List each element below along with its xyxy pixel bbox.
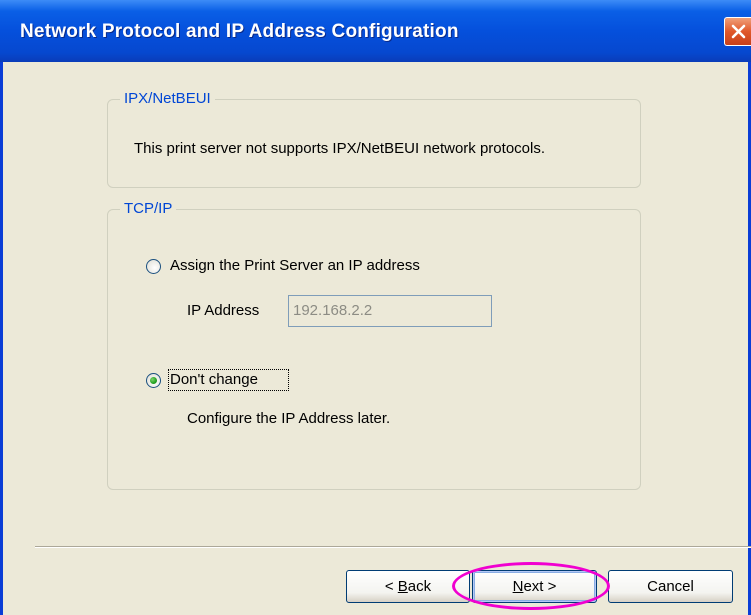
- next-highlight-annotation: [452, 562, 610, 610]
- back-rest: ack: [407, 578, 432, 595]
- back-prefix: <: [384, 578, 398, 595]
- window-title: Network Protocol and IP Address Configur…: [20, 21, 459, 42]
- tcpip-legend: TCP/IP: [120, 200, 177, 217]
- assign-ip-label[interactable]: Assign the Print Server an IP address: [170, 257, 420, 274]
- close-button[interactable]: [724, 17, 751, 46]
- button-separator: [35, 546, 751, 548]
- ip-address-label: IP Address: [187, 302, 260, 319]
- tcpip-group: TCP/IP: [107, 200, 641, 490]
- dialog-window: Network Protocol and IP Address Configur…: [0, 0, 751, 615]
- title-bar[interactable]: Network Protocol and IP Address Configur…: [0, 0, 751, 62]
- focus-indicator: [168, 369, 289, 391]
- dont-change-radio[interactable]: [146, 373, 161, 388]
- configure-later-note: Configure the IP Address later.: [187, 410, 391, 427]
- cancel-label: Cancel: [647, 578, 694, 595]
- cancel-button[interactable]: Cancel: [608, 570, 733, 603]
- ip-address-field[interactable]: 192.168.2.2: [288, 295, 492, 327]
- assign-ip-radio[interactable]: [146, 259, 161, 274]
- close-icon: [731, 24, 746, 39]
- ipx-netbeui-message: This print server not supports IPX/NetBE…: [134, 140, 545, 157]
- radio-selected-dot: [150, 377, 157, 384]
- ipx-netbeui-legend: IPX/NetBEUI: [120, 90, 215, 107]
- back-mnemonic: B: [397, 578, 408, 595]
